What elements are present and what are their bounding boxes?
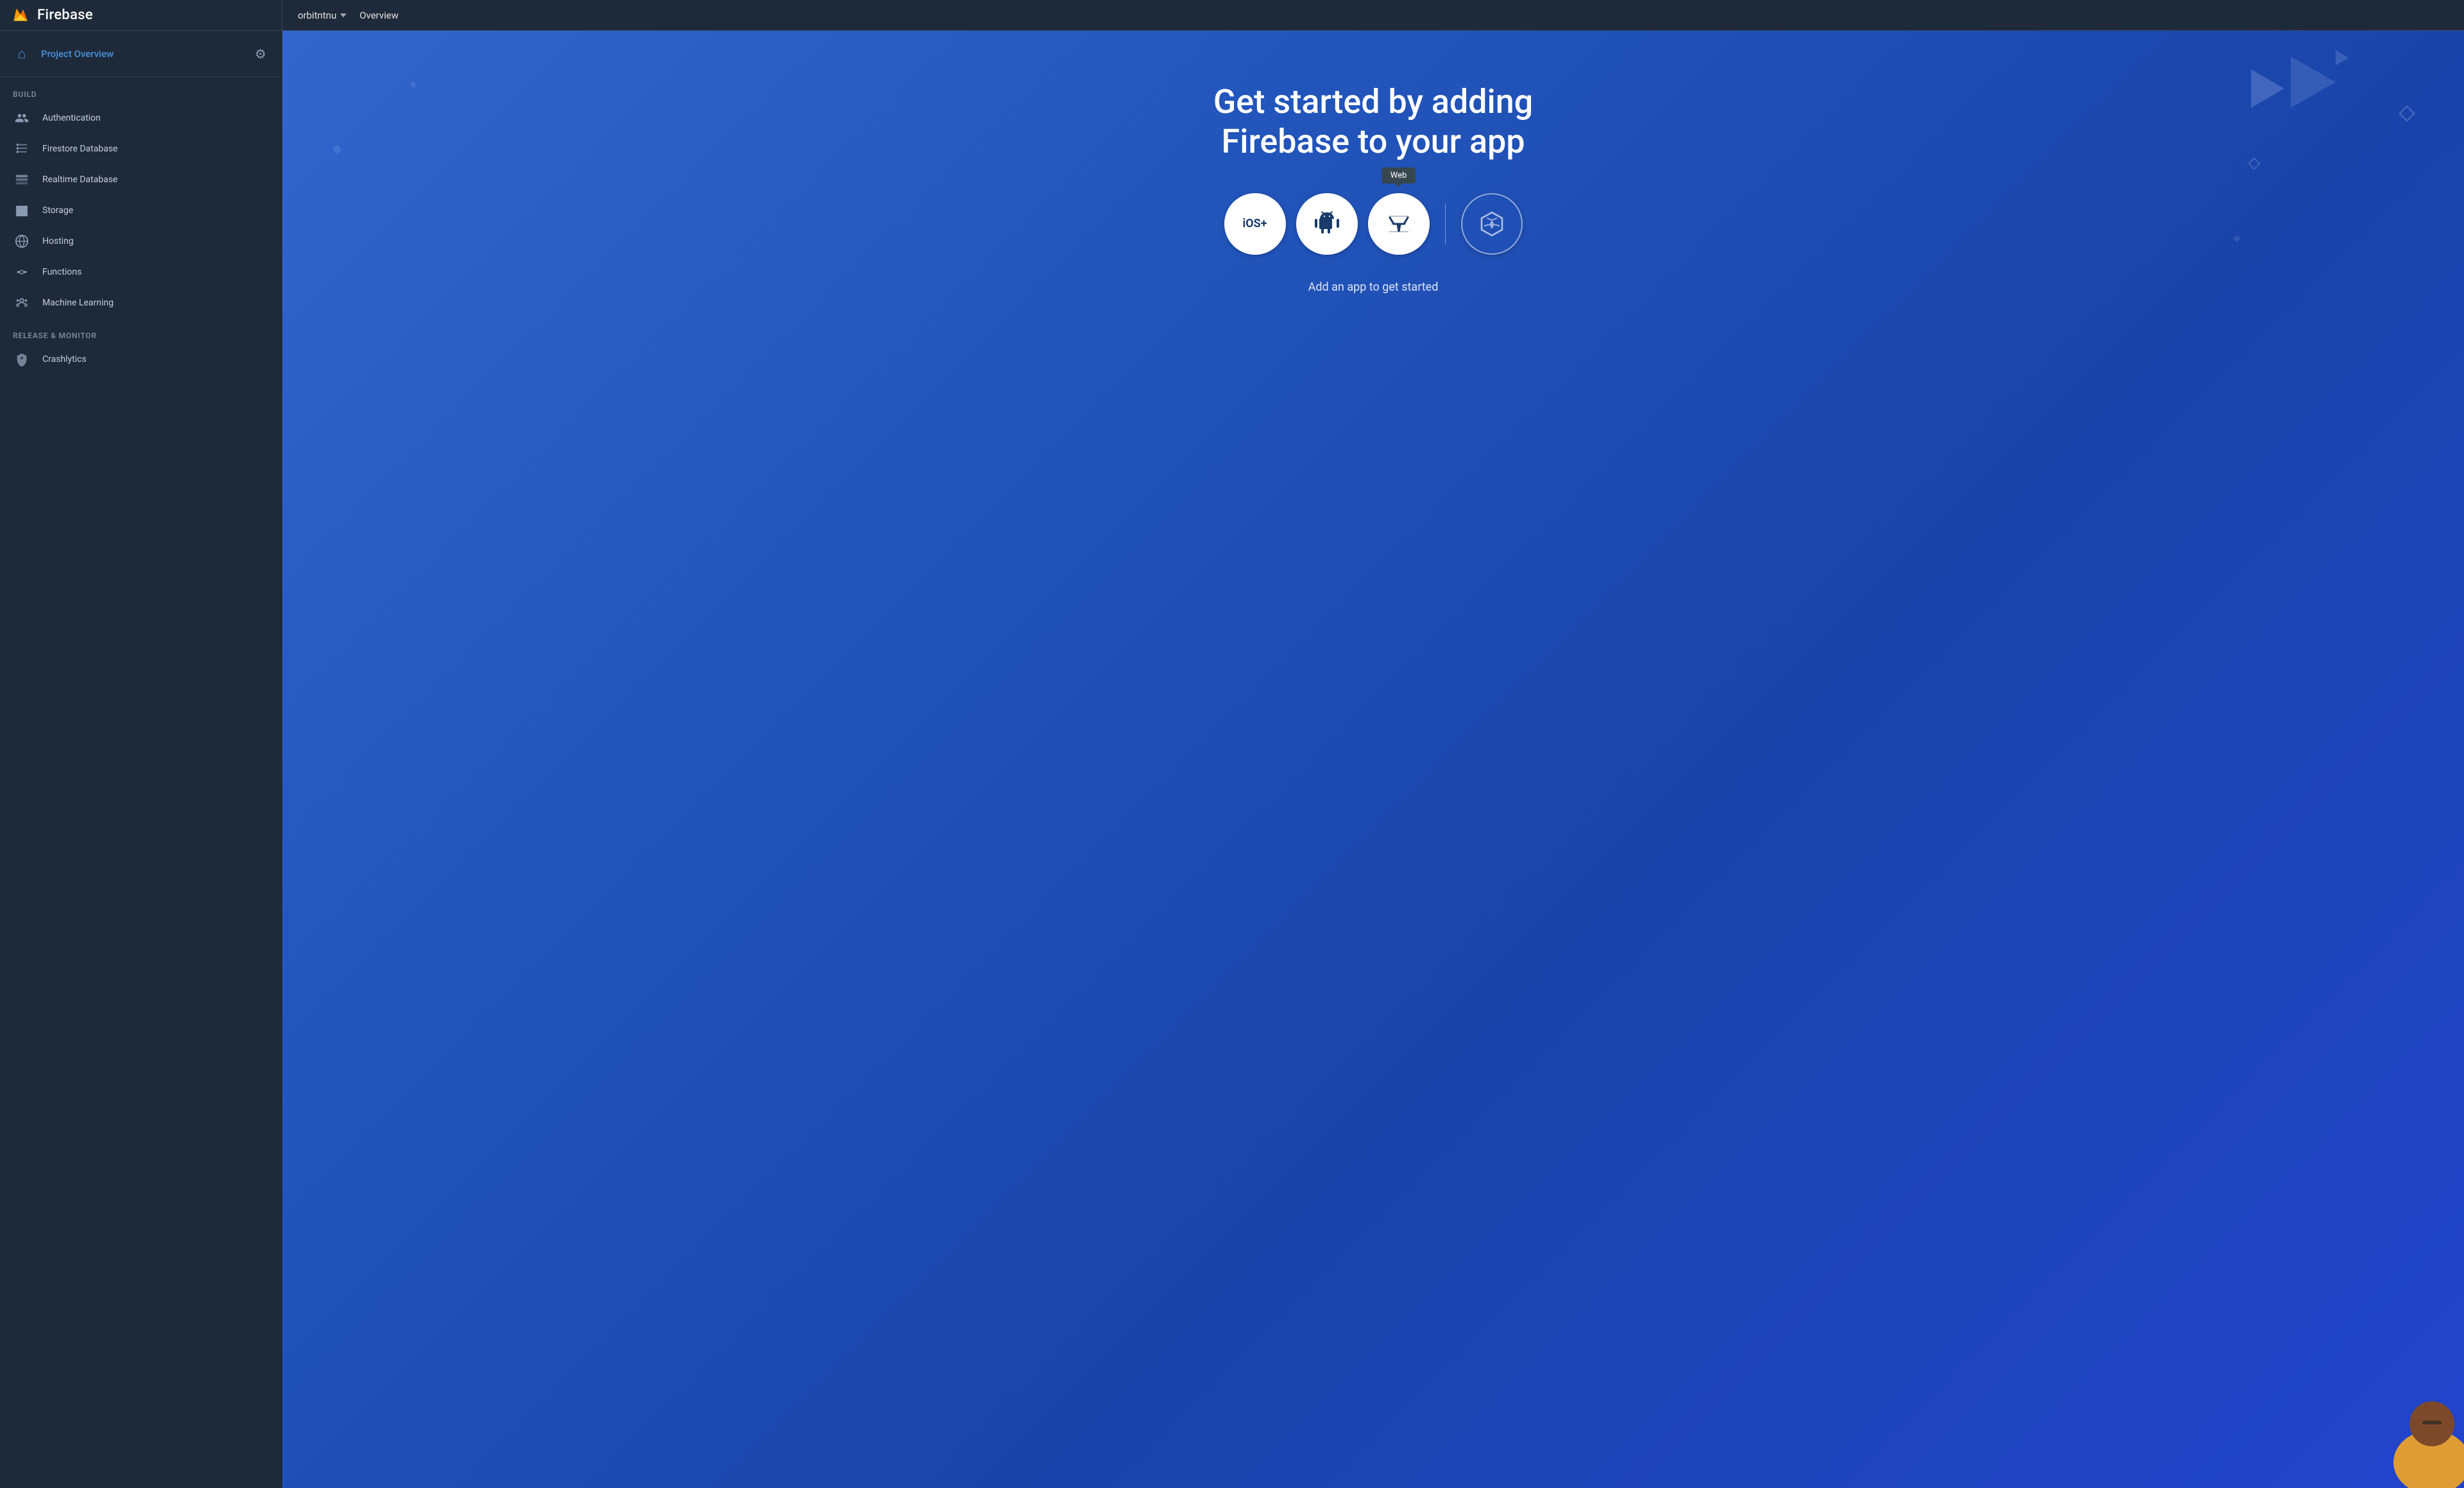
functions-icon xyxy=(13,263,31,281)
home-icon-wrap: ⌂ xyxy=(10,42,33,65)
breadcrumb-overview: Overview xyxy=(359,10,398,21)
main-content: Get started by adding Firebase to your a… xyxy=(282,82,2464,294)
unity-icon xyxy=(1476,209,1507,239)
sidebar-item-hosting[interactable]: Hosting xyxy=(0,226,275,257)
firestore-icon xyxy=(13,140,31,158)
project-overview-row[interactable]: ⌂ Project Overview ⚙ xyxy=(0,31,282,77)
sidebar-item-realtime-db[interactable]: Realtime Database xyxy=(0,164,275,195)
unity-platform-button[interactable] xyxy=(1461,193,1523,255)
ios-platform-button[interactable]: iOS+ xyxy=(1224,193,1286,255)
web-platform-button[interactable]: Web xyxy=(1368,193,1430,255)
character-illustration xyxy=(2348,1347,2464,1488)
android-platform-button[interactable] xyxy=(1296,193,1358,255)
gear-icon: ⚙ xyxy=(255,46,266,62)
functions-label: Functions xyxy=(42,267,81,277)
release-section-label: Release & Monitor xyxy=(0,318,282,344)
hosting-label: Hosting xyxy=(42,236,74,246)
hosting-icon xyxy=(13,232,31,250)
character-svg xyxy=(2348,1347,2464,1488)
sidebar-item-firestore[interactable]: Firestore Database xyxy=(0,133,275,164)
chevron-down-icon xyxy=(340,13,346,17)
storage-icon xyxy=(13,201,31,219)
hero-heading: Get started by adding Firebase to your a… xyxy=(1213,82,1533,162)
hero-heading-line1: Get started by adding xyxy=(1213,82,1533,121)
ml-icon xyxy=(13,294,31,312)
platform-buttons: iOS+ Web xyxy=(1224,193,1523,255)
web-tooltip: Web xyxy=(1382,167,1416,184)
add-app-text: Add an app to get started xyxy=(1308,280,1439,294)
firebase-logo-area: Firebase xyxy=(0,0,282,30)
settings-icon-wrap[interactable]: ⚙ xyxy=(249,42,272,65)
firebase-logo-text: Firebase xyxy=(37,7,93,23)
people-icon xyxy=(13,109,31,127)
sidebar-item-crashlytics[interactable]: Crashlytics xyxy=(0,344,275,375)
main-layout: ⌂ Project Overview ⚙ Build Authenticatio… xyxy=(0,31,2464,1488)
authentication-label: Authentication xyxy=(42,113,101,123)
top-bar: Firebase orbitntnu Overview xyxy=(0,0,2464,31)
ios-label: iOS+ xyxy=(1242,217,1267,230)
sidebar-item-storage[interactable]: Storage xyxy=(0,195,275,226)
sidebar-item-ml[interactable]: Machine Learning xyxy=(0,287,275,318)
project-selector[interactable]: orbitntnu xyxy=(298,10,346,21)
content-area: Get started by adding Firebase to your a… xyxy=(282,31,2464,1488)
web-icon xyxy=(1383,209,1414,239)
storage-label: Storage xyxy=(42,205,73,216)
top-nav: orbitntnu Overview xyxy=(282,0,2464,30)
sidebar-item-functions[interactable]: Functions xyxy=(0,257,275,287)
project-selector-name: orbitntnu xyxy=(298,10,336,21)
realtime-db-label: Realtime Database xyxy=(42,175,117,185)
realtime-db-icon xyxy=(13,171,31,189)
platform-divider xyxy=(1445,203,1446,244)
ml-label: Machine Learning xyxy=(42,298,114,308)
firebase-logo-icon xyxy=(10,5,31,26)
crashlytics-icon xyxy=(13,350,31,368)
sidebar: ⌂ Project Overview ⚙ Build Authenticatio… xyxy=(0,31,282,1488)
sidebar-item-authentication[interactable]: Authentication xyxy=(0,103,275,133)
crashlytics-label: Crashlytics xyxy=(42,354,87,364)
home-icon: ⌂ xyxy=(17,46,26,62)
hero-heading-line2: Firebase to your app xyxy=(1222,122,1525,161)
firestore-label: Firestore Database xyxy=(42,144,117,154)
android-icon xyxy=(1312,209,1342,239)
project-overview-label: Project Overview xyxy=(41,48,249,60)
build-section-label: Build xyxy=(0,77,282,103)
